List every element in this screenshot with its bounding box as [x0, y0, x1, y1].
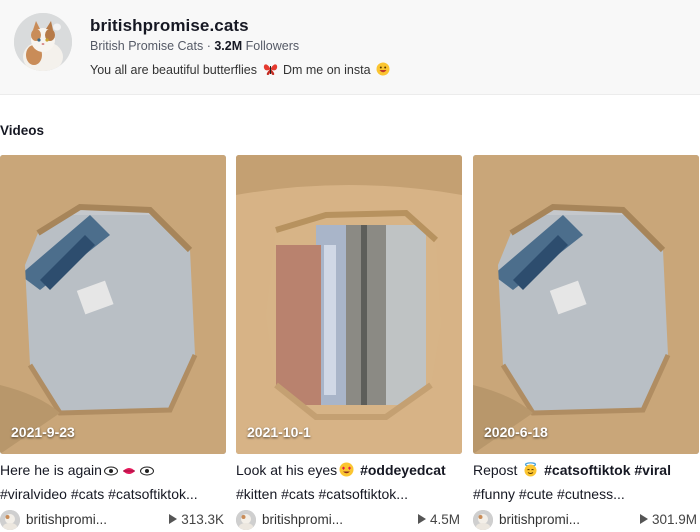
video-date: 2021-9-23 [11, 424, 75, 440]
caption-text: Repost [473, 462, 518, 478]
caption-hashtag[interactable]: #oddeyedcat [360, 462, 446, 478]
view-count-value: 4.5M [429, 512, 460, 527]
author-name[interactable]: britishpromi... [499, 512, 580, 527]
video-caption-line1[interactable]: Here he is again [0, 462, 232, 480]
view-count-value: 313.3K [181, 512, 224, 527]
video-meta: britishpromi... 313.3K [0, 510, 226, 532]
video-card[interactable]: 2021-9-23 Here he is again #viralvideo #… [0, 155, 226, 530]
videos-section-title: Videos [0, 123, 45, 138]
video-meta: britishpromi... 301.9M [473, 510, 699, 532]
author-avatar[interactable] [0, 510, 20, 530]
author-name[interactable]: britishpromi... [262, 512, 343, 527]
followers-label: Followers [245, 39, 300, 53]
video-caption-line1[interactable]: Look at his eyes #oddeyedcat [236, 462, 468, 480]
play-icon [169, 514, 178, 524]
video-date: 2021-10-1 [247, 424, 311, 440]
author-name[interactable]: britishpromi... [26, 512, 107, 527]
video-caption-line2[interactable]: #kitten #cats #catsoftiktok... [236, 486, 468, 502]
video-thumbnail[interactable]: 2020-6-18 [473, 155, 699, 454]
profile-bio: You all are beautiful butterflies Dm me … [90, 62, 392, 79]
author-avatar[interactable] [236, 510, 256, 530]
profile-display-name: British Promise Cats [90, 39, 204, 53]
view-count: 301.9M [639, 512, 697, 527]
caption-text: Look at his eyes [236, 462, 338, 478]
author-avatar[interactable] [473, 510, 493, 530]
profile-subline: British Promise Cats · 3.2M Followers [90, 39, 300, 53]
bio-text-2: Dm me on insta [282, 63, 371, 77]
profile-avatar[interactable] [14, 13, 72, 71]
profile-header: britishpromise.cats British Promise Cats… [0, 0, 700, 95]
caption-hashtag[interactable]: #catsoftiktok #viral [544, 462, 671, 478]
video-caption-line2[interactable]: #viralvideo #cats #catsoftiktok... [0, 486, 232, 502]
video-thumbnail[interactable]: 2021-10-1 [236, 155, 462, 454]
play-icon [639, 514, 648, 524]
bio-text-1: You all are beautiful butterflies [90, 63, 258, 77]
caption-text: Here he is again [0, 462, 102, 478]
eyes-emoji [139, 464, 154, 480]
video-date: 2020-6-18 [484, 424, 548, 440]
play-icon [417, 514, 426, 524]
video-card[interactable]: 2020-6-18 Repost #catsoftiktok #viral #f… [473, 155, 699, 530]
view-count: 4.5M [417, 512, 460, 527]
view-count-value: 301.9M [651, 512, 697, 527]
halo-emoji [523, 462, 538, 480]
video-card[interactable]: 2021-10-1 Look at his eyes #oddeyedcat #… [236, 155, 462, 530]
video-thumbnail[interactable]: 2021-9-23 [0, 155, 226, 454]
video-caption-line1[interactable]: Repost #catsoftiktok #viral [473, 462, 700, 480]
heart-eyes-emoji [339, 462, 354, 480]
followers-count: 3.2M [214, 39, 243, 53]
profile-username: britishpromise.cats [90, 16, 249, 35]
eyes-emoji [103, 464, 118, 480]
grin-emoji [376, 62, 390, 79]
view-count: 313.3K [169, 512, 224, 527]
video-caption-line2[interactable]: #funny #cute #cutness... [473, 486, 700, 502]
video-meta: britishpromi... 4.5M [236, 510, 462, 532]
butterfly-emoji [263, 63, 278, 79]
lips-emoji [122, 464, 136, 480]
